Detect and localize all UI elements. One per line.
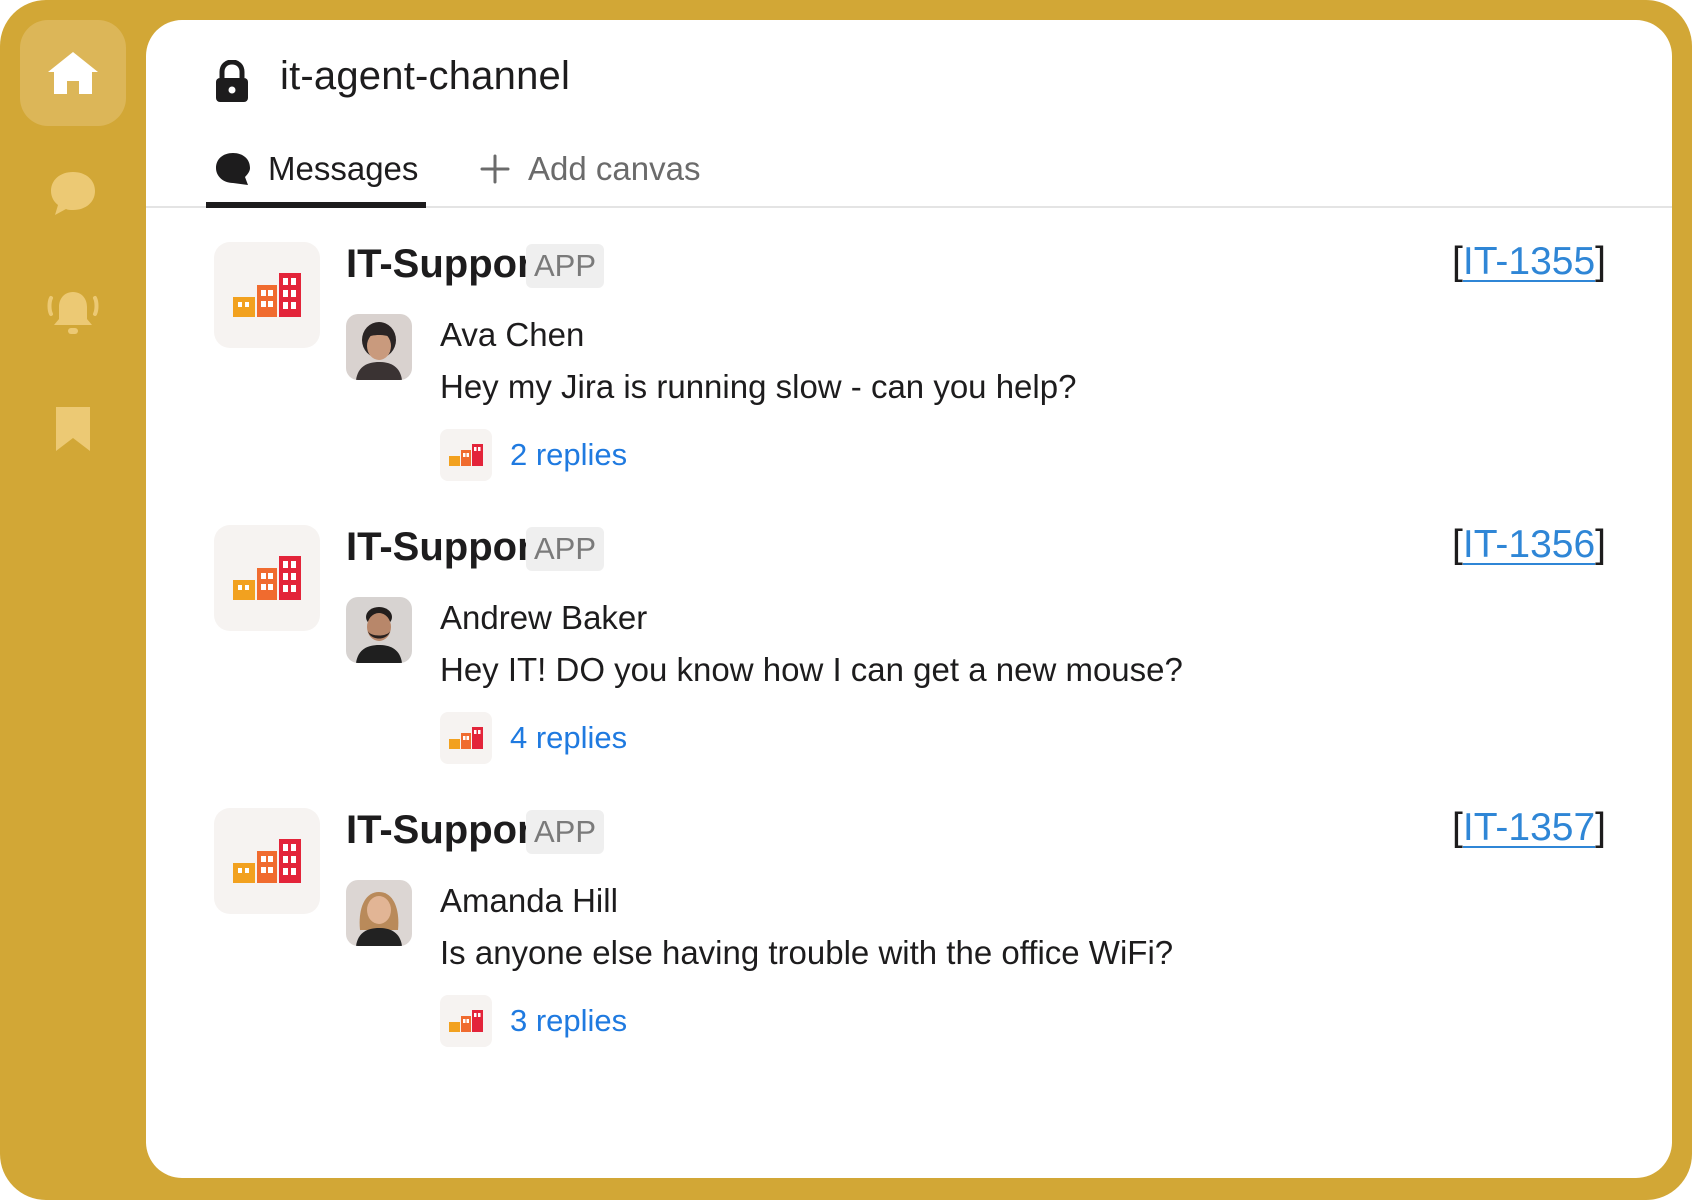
channel-header: it-agent-channel Messages Add canvas [146, 20, 1672, 208]
saved-nav-button[interactable] [40, 396, 106, 462]
user-name[interactable]: Andrew Baker [440, 599, 647, 637]
message-item: IT-Support APP [IT-1355] Ava Chen Hey my… [146, 240, 1672, 542]
messages-nav-button[interactable] [40, 160, 106, 226]
reply-avatar [440, 429, 492, 481]
channel-panel: it-agent-channel Messages Add canvas IT-… [146, 20, 1672, 1178]
tab-messages-label: Messages [268, 150, 419, 187]
ticket-reference: [IT-1356] [1452, 523, 1606, 566]
app-frame: it-agent-channel Messages Add canvas IT-… [0, 0, 1692, 1200]
thread-replies[interactable]: 2 replies [440, 428, 627, 482]
user-name[interactable]: Amanda Hill [440, 882, 618, 920]
app-badge: APP [526, 527, 605, 571]
app-sender-name[interactable]: IT-Support [346, 808, 546, 853]
reply-count-link[interactable]: 2 replies [510, 437, 627, 473]
chat-bubble-icon [51, 172, 95, 215]
reply-count-link[interactable]: 4 replies [510, 720, 627, 756]
buildings-logo-icon [449, 1010, 483, 1032]
message-item: IT-Support APP [IT-1357] Amanda Hill Is … [146, 806, 1672, 1108]
ticket-link[interactable]: IT-1356 [1463, 523, 1595, 566]
ava-chen-avatar [346, 314, 412, 380]
message-item: IT-Support APP [IT-1356] Andrew Baker He… [146, 523, 1672, 825]
app-sender-name[interactable]: IT-Support [346, 525, 546, 570]
plus-icon [480, 154, 510, 184]
tab-add-canvas[interactable]: Add canvas [480, 132, 700, 206]
it-support-app-avatar[interactable] [214, 525, 320, 631]
user-avatar[interactable] [346, 880, 412, 946]
buildings-logo-icon [449, 727, 483, 749]
buildings-logo-icon [449, 444, 483, 466]
lock-icon [216, 60, 248, 102]
it-support-app-avatar[interactable] [214, 242, 320, 348]
message-text: Hey IT! DO you know how I can get a new … [440, 651, 1183, 688]
thread-replies[interactable]: 4 replies [440, 711, 627, 765]
chat-bubble-icon [216, 153, 250, 185]
user-avatar[interactable] [346, 314, 412, 380]
bell-icon [47, 292, 99, 334]
buildings-logo-icon [233, 556, 301, 600]
amanda-hill-avatar [346, 880, 412, 946]
home-button[interactable] [20, 20, 126, 126]
thread-replies[interactable]: 3 replies [440, 994, 627, 1048]
bookmark-icon [56, 407, 90, 451]
message-text: Is anyone else having trouble with the o… [440, 934, 1174, 971]
ticket-reference: [IT-1357] [1452, 806, 1606, 849]
ticket-reference: [IT-1355] [1452, 240, 1606, 283]
it-support-app-avatar[interactable] [214, 808, 320, 914]
buildings-logo-icon [233, 273, 301, 317]
buildings-logo-icon [233, 839, 301, 883]
message-text: Hey my Jira is running slow - can you he… [440, 368, 1077, 405]
andrew-baker-avatar [346, 597, 412, 663]
user-avatar[interactable] [346, 597, 412, 663]
ticket-link[interactable]: IT-1357 [1463, 806, 1595, 849]
reply-avatar [440, 712, 492, 764]
tab-add-canvas-label: Add canvas [528, 150, 701, 187]
home-icon [48, 52, 98, 94]
reply-count-link[interactable]: 3 replies [510, 1003, 627, 1039]
notifications-nav-button[interactable] [40, 278, 106, 344]
app-badge: APP [526, 244, 605, 288]
app-sender-name[interactable]: IT-Support [346, 242, 546, 287]
user-name[interactable]: Ava Chen [440, 316, 584, 354]
app-badge: APP [526, 810, 605, 854]
reply-avatar [440, 995, 492, 1047]
channel-title: it-agent-channel [280, 54, 571, 98]
ticket-link[interactable]: IT-1355 [1463, 240, 1595, 283]
tab-messages[interactable]: Messages [206, 132, 427, 208]
active-tab-indicator [206, 202, 427, 208]
